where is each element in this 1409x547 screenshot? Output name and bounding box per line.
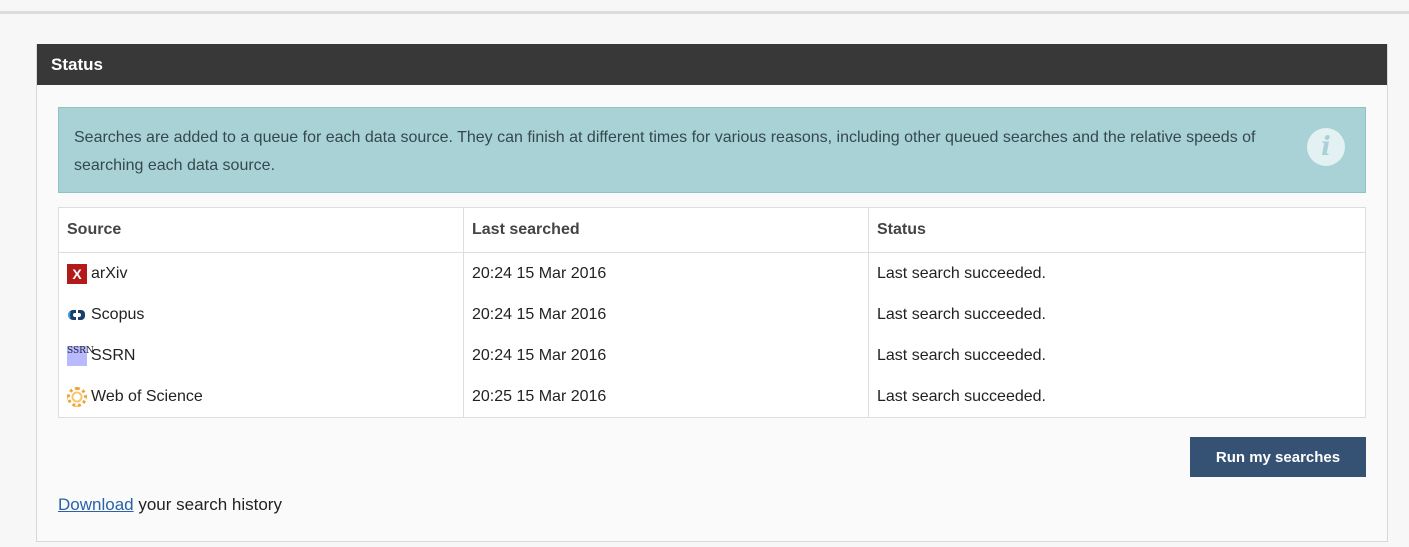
source-name: Web of Science	[91, 387, 203, 405]
source-cell: SSRN SSRN	[58, 335, 464, 376]
web-of-science-icon	[67, 386, 87, 407]
status-cell: Last search succeeded.	[868, 376, 1366, 418]
last-searched-cell: 20:24 15 Mar 2016	[463, 294, 869, 335]
source-name: SSRN	[91, 346, 136, 364]
source-cell: X arXiv	[58, 252, 464, 294]
source-name: arXiv	[91, 264, 128, 282]
download-link[interactable]: Download	[58, 495, 134, 514]
last-searched-cell: 20:24 15 Mar 2016	[463, 252, 869, 294]
column-header-last-searched: Last searched	[463, 207, 869, 253]
table-row: Scopus 20:24 15 Mar 2016 Last search suc…	[58, 294, 1366, 335]
last-searched-cell: 20:24 15 Mar 2016	[463, 335, 869, 376]
table-header-row: Source Last searched Status	[58, 207, 1366, 253]
status-cell: Last search succeeded.	[868, 252, 1366, 294]
info-icon: i	[1307, 128, 1345, 166]
info-text: Searches are added to a queue for each d…	[74, 129, 1256, 174]
info-alert: Searches are added to a queue for each d…	[58, 107, 1366, 193]
last-searched-cell: 20:25 15 Mar 2016	[463, 376, 869, 418]
source-cell: Web of Science	[58, 376, 464, 418]
status-cell: Last search succeeded.	[868, 294, 1366, 335]
top-divider	[0, 0, 1409, 14]
source-cell: Scopus	[58, 294, 464, 335]
status-cell: Last search succeeded.	[868, 335, 1366, 376]
sources-table: Source Last searched Status X arXiv 20:2…	[58, 207, 1366, 418]
run-my-searches-button[interactable]: Run my searches	[1190, 437, 1366, 477]
arxiv-icon: X	[67, 263, 87, 284]
status-panel: Status Searches are added to a queue for…	[36, 44, 1388, 542]
table-row: SSRN SSRN 20:24 15 Mar 2016 Last search …	[58, 335, 1366, 376]
download-history-text: your search history	[133, 495, 282, 514]
source-name: Scopus	[91, 305, 145, 323]
column-header-status: Status	[868, 207, 1366, 253]
panel-title: Status	[37, 44, 1387, 85]
download-history: Download your search history	[58, 495, 282, 515]
scopus-icon	[68, 308, 85, 321]
column-header-source: Source	[58, 207, 464, 253]
table-row: Web of Science 20:25 15 Mar 2016 Last se…	[58, 376, 1366, 418]
ssrn-icon: SSRN	[67, 345, 94, 366]
table-row: X arXiv 20:24 15 Mar 2016 Last search su…	[58, 252, 1366, 294]
